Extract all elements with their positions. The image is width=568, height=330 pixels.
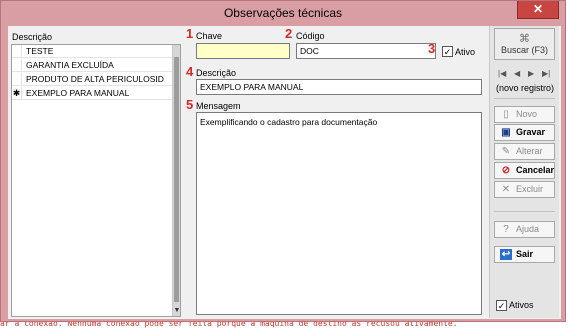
callout-number-2: 2 [285,26,293,41]
scrollbar-thumb[interactable] [174,57,179,302]
first-record-icon[interactable]: |◀ [498,69,506,78]
callout-number-5: 5 [186,97,194,112]
last-record-icon[interactable]: ▶| [542,69,550,78]
description-list[interactable]: TESTE GARANTIA EXCLUÍDA PRODUTO DE ALTA … [11,44,181,317]
window-title: Observações técnicas [223,6,343,20]
exit-icon: ↩ [500,249,512,260]
ativos-label: Ativos [509,300,534,310]
novo-button-label: Novo [516,109,538,119]
previous-record-icon[interactable]: ◀ [514,69,520,78]
checkmark-icon: ✓ [497,301,506,311]
excluir-button-label: Excluir [516,184,544,194]
gravar-button[interactable]: ▣ Gravar [494,124,555,141]
list-item-label: GARANTIA EXCLUÍDA [26,60,114,70]
list-item-label: TESTE [26,46,54,56]
title-bar: Observações técnicas ✕ [1,1,565,25]
excluir-button[interactable]: ✕ Excluir [494,181,555,198]
close-button[interactable]: ✕ [517,1,559,19]
callout-number-1: 1 [186,26,194,41]
descricao-field[interactable]: EXEMPLO PARA MANUAL [196,79,482,95]
close-icon: ✕ [532,2,544,16]
ajuda-button[interactable]: ? Ajuda [494,221,555,238]
observacoes-window: Observações técnicas ✕ Descrição TESTE G… [0,0,566,322]
help-icon: ? [503,224,509,235]
chave-field[interactable] [196,43,290,59]
scroll-down-icon[interactable]: ▼ [173,307,181,314]
floppy-disk-icon: ▣ [501,127,511,138]
row-marker [12,45,22,58]
list-item-current[interactable]: ✱ EXEMPLO PARA MANUAL [12,87,175,100]
window-client-area: Descrição TESTE GARANTIA EXCLUÍDA PRODUT… [8,26,561,319]
list-item-label: PRODUTO DE ALTA PERICULOSID [26,74,164,84]
alterar-button-label: Alterar [516,146,543,156]
list-header: Descrição [12,32,53,42]
mensagem-textarea[interactable]: Exemplificando o cadastro para documenta… [196,112,482,315]
alterar-button[interactable]: ✎ Alterar [494,143,555,160]
search-button-label: Buscar (F3) [500,45,548,55]
binoculars-icon: ⌘ [519,33,530,45]
new-document-icon: ▯ [503,109,509,120]
record-status: (novo registro) [495,83,555,93]
cancelar-button-label: Cancelar [516,165,555,175]
novo-button[interactable]: ▯ Novo [494,106,555,123]
list-scrollbar[interactable]: ▼ [172,45,180,316]
search-button[interactable]: ⌘ Buscar (F3) [494,28,555,60]
cancelar-button[interactable]: ⊘ Cancelar [494,162,555,179]
sair-button[interactable]: ↩ Sair [494,246,555,263]
codigo-label: Código [296,31,325,41]
pencil-icon: ✎ [501,146,511,157]
next-record-icon[interactable]: ▶ [528,69,534,78]
sair-button-label: Sair [516,249,534,259]
ativo-label: Ativo [455,47,476,57]
current-row-marker-icon: ✱ [12,87,22,100]
ativo-checkbox[interactable]: ✓ [442,46,453,57]
mensagem-label: Mensagem [196,101,241,111]
row-marker [12,73,22,86]
callout-number-3: 3 [428,41,436,56]
list-item[interactable]: GARANTIA EXCLUÍDA [12,59,175,72]
ativos-checkbox[interactable]: ✓ [496,300,507,311]
checkmark-icon: ✓ [443,47,452,57]
row-marker [12,59,22,72]
toolbar-divider [494,211,555,212]
list-item-label: EXEMPLO PARA MANUAL [26,88,130,98]
callout-number-4: 4 [186,64,194,79]
ajuda-button-label: Ajuda [516,224,540,234]
descricao-label: Descrição [196,68,237,78]
gravar-button-label: Gravar [516,127,546,137]
toolbar-divider [494,98,555,99]
list-item[interactable]: TESTE [12,45,175,58]
action-toolbar: ⌘ Buscar (F3) |◀ ◀ ▶ ▶| (novo registro) … [489,26,559,318]
record-navigator: |◀ ◀ ▶ ▶| [498,69,556,79]
chave-label: Chave [196,31,223,41]
list-item[interactable]: PRODUTO DE ALTA PERICULOSID [12,73,175,86]
delete-x-icon: ✕ [501,184,511,195]
codigo-field[interactable]: DOC [296,43,436,59]
cancel-icon: ⊘ [501,165,511,176]
